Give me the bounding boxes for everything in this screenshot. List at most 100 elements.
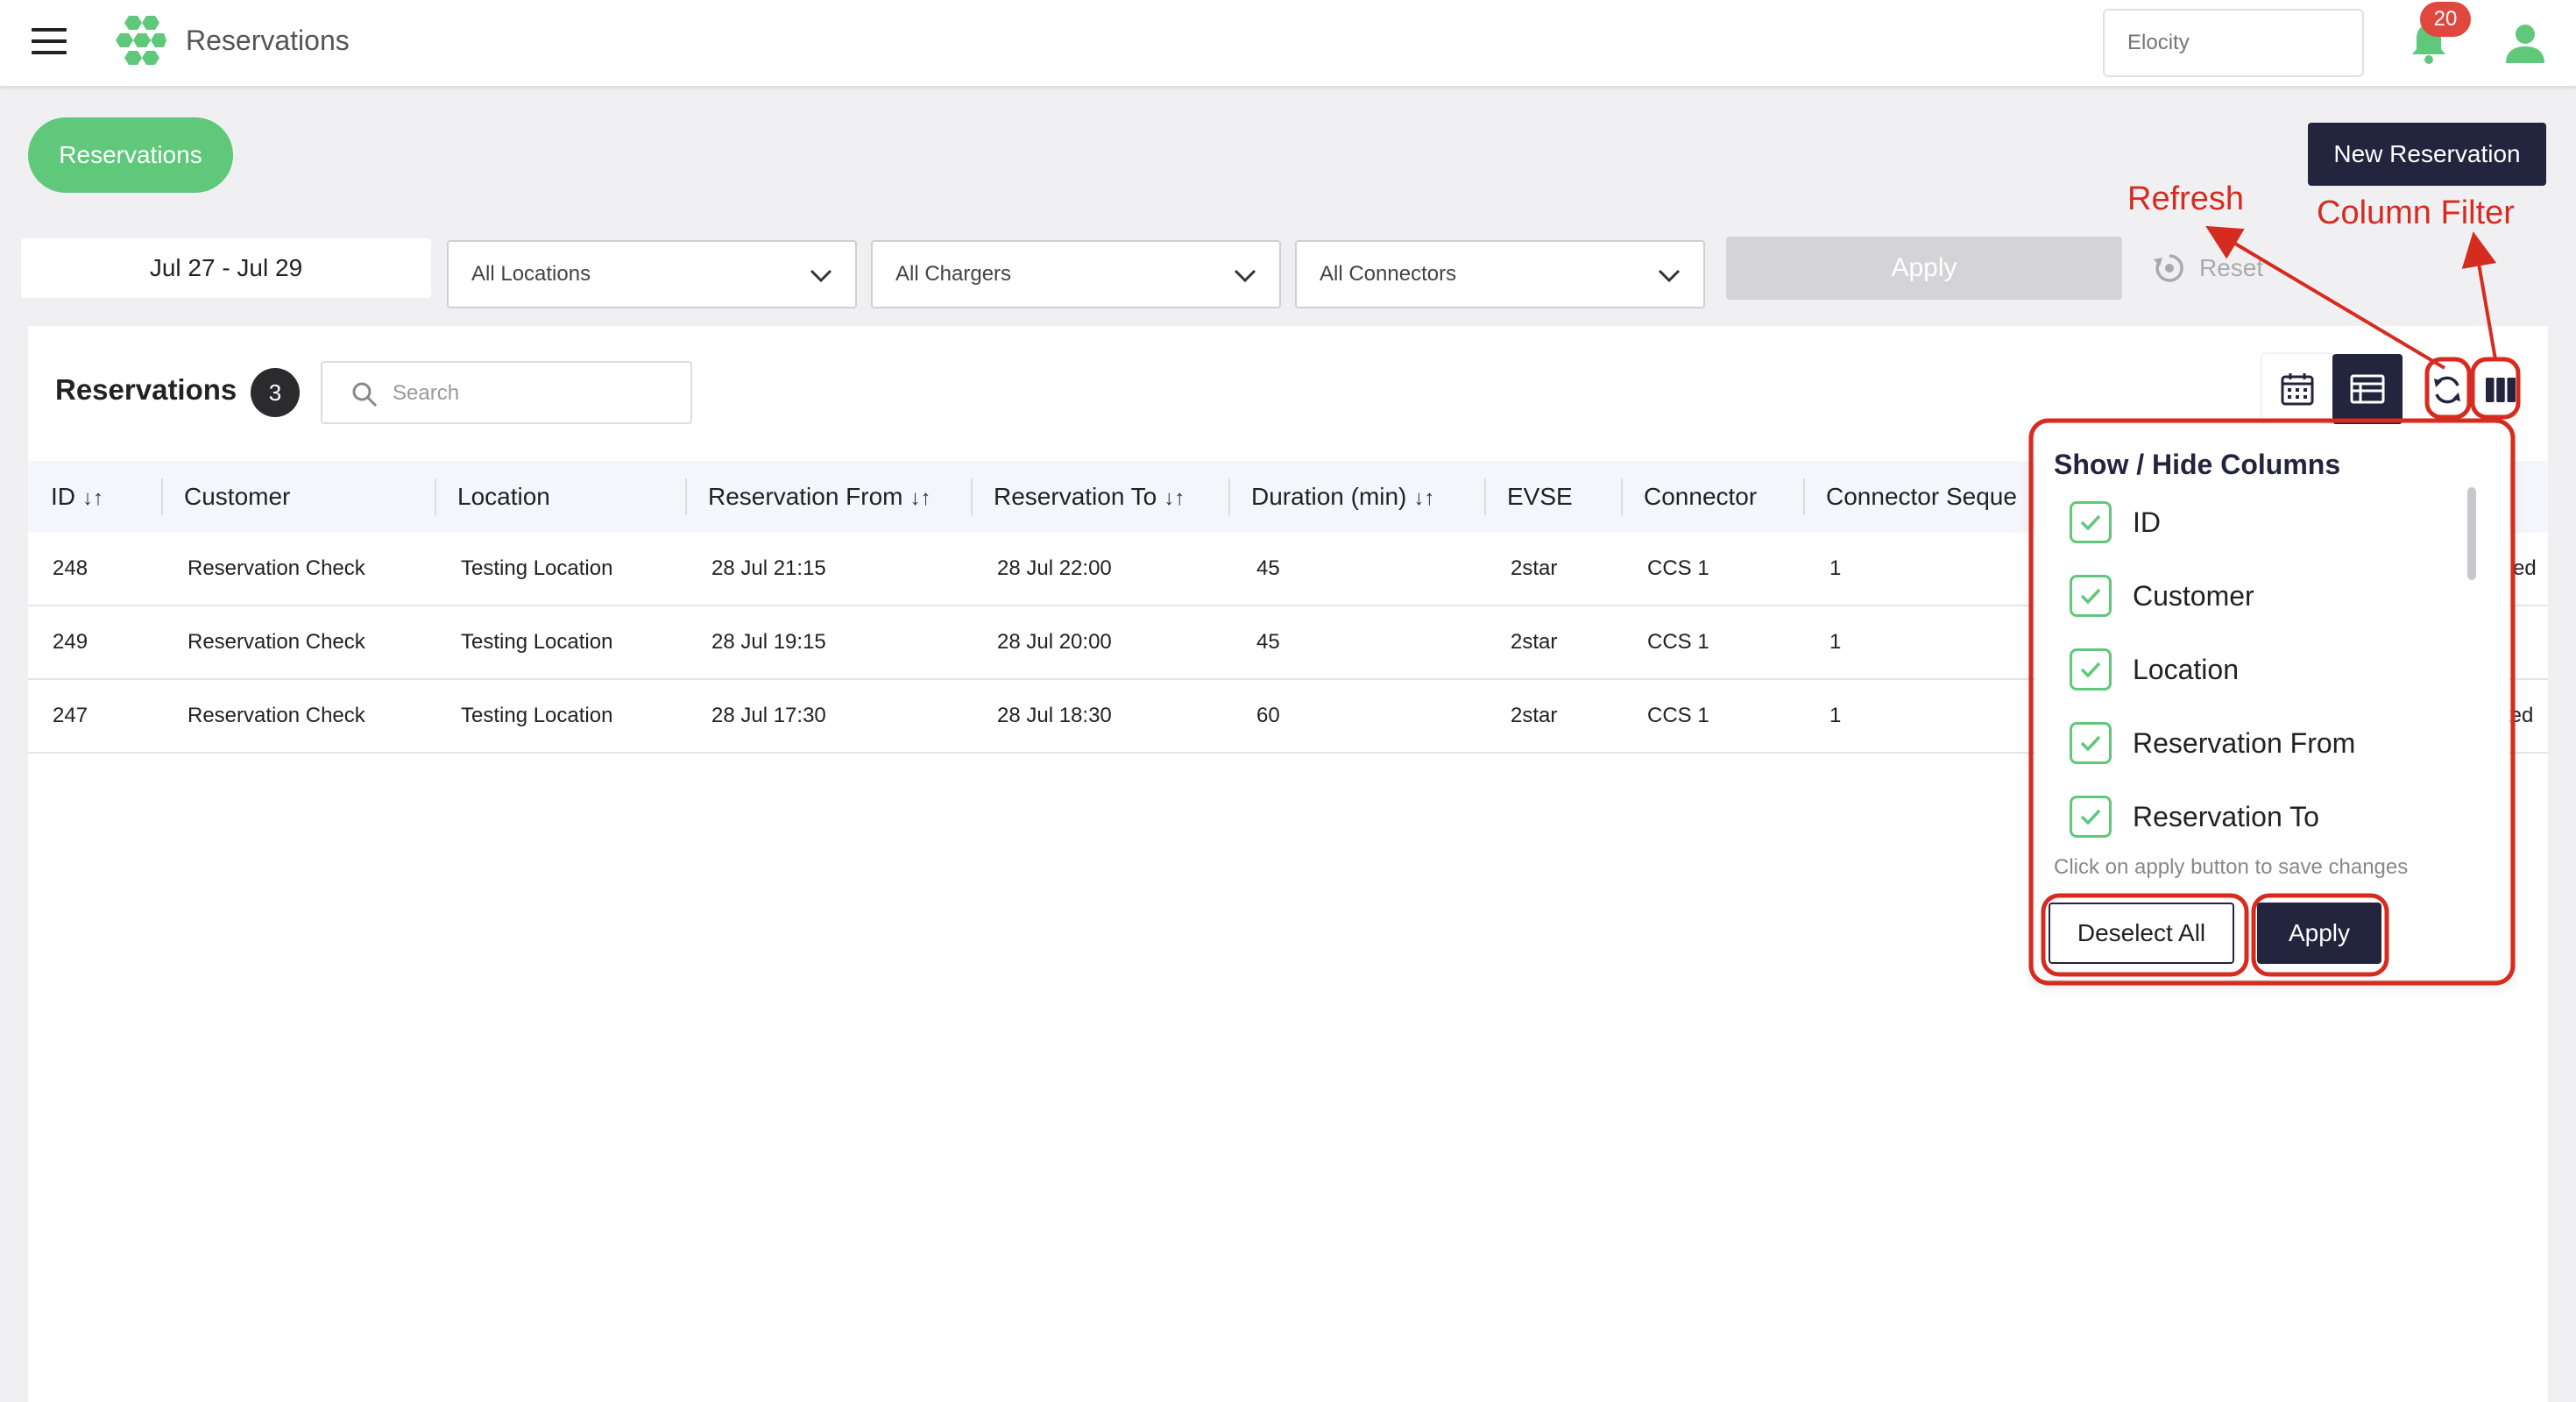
filter-apply-button[interactable]: Apply	[1726, 237, 2122, 300]
cell-location: Testing Location	[461, 630, 613, 654]
annotation-column-filter-label: Column Filter	[2317, 195, 2515, 231]
chargers-select[interactable]: All Chargers	[871, 240, 1281, 308]
cell-from: 28 Jul 17:30	[711, 704, 826, 727]
deselect-all-button[interactable]: Deselect All	[2049, 903, 2234, 964]
checkbox-checked[interactable]	[2070, 501, 2112, 543]
column-header-connector[interactable]: Connector	[1644, 461, 1757, 533]
column-toggle-label: Reservation From	[2133, 726, 2356, 759]
logo-icon	[116, 16, 166, 65]
locations-select[interactable]: All Locations	[447, 240, 857, 308]
reset-button[interactable]: Reset	[2152, 251, 2263, 286]
notification-badge: 20	[2420, 2, 2471, 37]
user-icon[interactable]	[2502, 23, 2548, 65]
checkbox-checked[interactable]	[2070, 575, 2112, 617]
count-badge: 3	[251, 368, 300, 417]
cell-connector: CCS 1	[1647, 630, 1709, 654]
cell-to: 28 Jul 20:00	[997, 630, 1112, 654]
column-header-duration[interactable]: Duration (min) ↓↑	[1251, 461, 1434, 533]
column-toggle-label: ID	[2133, 506, 2161, 538]
column-header-connector-sequence[interactable]: Connector Seque	[1826, 461, 2063, 533]
column-toggle-location[interactable]: Location	[2070, 643, 2239, 696]
table-view-button[interactable]	[2332, 354, 2403, 424]
check-icon	[2080, 588, 2101, 605]
chevron-down-icon	[810, 269, 832, 283]
chevron-down-icon	[1234, 269, 1256, 283]
cell-to: 28 Jul 18:30	[997, 704, 1112, 727]
column-toggle-label: Customer	[2133, 579, 2254, 612]
cell-duration: 60	[1256, 704, 1280, 727]
column-toggle-reservation-to[interactable]: Reservation To	[2070, 790, 2319, 843]
new-reservation-button[interactable]: New Reservation	[2308, 123, 2546, 186]
cell-from: 28 Jul 21:15	[711, 556, 826, 580]
table-icon	[2350, 374, 2385, 404]
column-toggle-reservation-from[interactable]: Reservation From	[2070, 717, 2355, 769]
search-input[interactable]	[393, 379, 673, 408]
cell-location: Testing Location	[461, 556, 613, 580]
refresh-button[interactable]	[2427, 361, 2467, 419]
cell-connector: CCS 1	[1647, 556, 1709, 580]
column-header-id[interactable]: ID ↓↑	[51, 461, 103, 533]
cell-duration: 45	[1256, 630, 1280, 654]
column-header-reservation-to[interactable]: Reservation To ↓↑	[994, 461, 1185, 533]
cell-sequence: 1	[1829, 630, 1842, 654]
locations-select-value: All Locations	[471, 262, 591, 286]
column-divider	[1621, 478, 1623, 515]
sort-icon[interactable]: ↓↑	[1413, 486, 1434, 510]
sort-icon[interactable]: ↓↑	[910, 486, 931, 510]
cell-id: 248	[53, 556, 88, 580]
cell-customer: Reservation Check	[188, 556, 365, 580]
popover-apply-button[interactable]: Apply	[2257, 903, 2381, 964]
column-divider	[1484, 478, 1486, 515]
check-icon	[2080, 735, 2101, 752]
card-title: Reservations	[55, 373, 237, 406]
check-icon	[2080, 809, 2101, 825]
column-divider	[1803, 478, 1805, 515]
check-icon	[2080, 514, 2101, 531]
column-header-reservation-from[interactable]: Reservation From ↓↑	[708, 461, 931, 533]
top-bar: Reservations 20	[0, 0, 2576, 86]
checkbox-checked[interactable]	[2070, 796, 2112, 838]
cell-evse: 2star	[1511, 704, 1558, 727]
menu-icon[interactable]	[32, 28, 67, 54]
columns-icon	[2486, 378, 2516, 402]
checkbox-checked[interactable]	[2070, 722, 2112, 764]
sort-icon[interactable]: ↓↑	[1164, 486, 1185, 510]
chevron-down-icon	[1658, 269, 1681, 283]
search-icon	[352, 382, 378, 407]
column-header-location[interactable]: Location	[457, 461, 550, 533]
search-box	[321, 361, 692, 424]
column-divider	[161, 478, 163, 515]
cell-connector: CCS 1	[1647, 704, 1709, 727]
reservations-tab-button[interactable]: Reservations	[28, 117, 233, 193]
column-header-customer[interactable]: Customer	[184, 461, 290, 533]
connectors-select[interactable]: All Connectors	[1295, 240, 1705, 308]
cell-evse: 2star	[1511, 630, 1558, 654]
column-toggle-id[interactable]: ID	[2070, 496, 2161, 549]
cell-evse: 2star	[1511, 556, 1558, 580]
calendar-view-button[interactable]	[2262, 354, 2332, 424]
app-title: Reservations	[186, 25, 350, 56]
tenant-input[interactable]	[2103, 9, 2364, 77]
calendar-icon	[2281, 373, 2314, 406]
column-filter-button[interactable]	[2474, 361, 2527, 419]
column-divider	[971, 478, 973, 515]
popover-note: Click on apply button to save changes	[2054, 855, 2409, 879]
date-range-picker[interactable]: Jul 27 - Jul 29	[21, 238, 431, 298]
cell-customer: Reservation Check	[188, 630, 365, 654]
popover-scrollbar[interactable]	[2467, 487, 2476, 580]
cell-duration: 45	[1256, 556, 1280, 580]
check-icon	[2080, 662, 2101, 678]
checkbox-checked[interactable]	[2070, 648, 2112, 690]
column-divider	[1228, 478, 1230, 515]
reset-icon	[2154, 254, 2183, 282]
cell-status-partial: ed	[2513, 556, 2537, 580]
column-visibility-popover: Show / Hide Columns ID Customer Location…	[2035, 424, 2509, 980]
popover-title: Show / Hide Columns	[2054, 449, 2341, 480]
cell-location: Testing Location	[461, 704, 613, 727]
column-toggle-customer[interactable]: Customer	[2070, 570, 2254, 622]
column-header-evse[interactable]: EVSE	[1507, 461, 1573, 533]
column-divider	[685, 478, 687, 515]
connectors-select-value: All Connectors	[1320, 262, 1457, 286]
cell-sequence: 1	[1829, 556, 1842, 580]
sort-icon[interactable]: ↓↑	[82, 486, 103, 510]
